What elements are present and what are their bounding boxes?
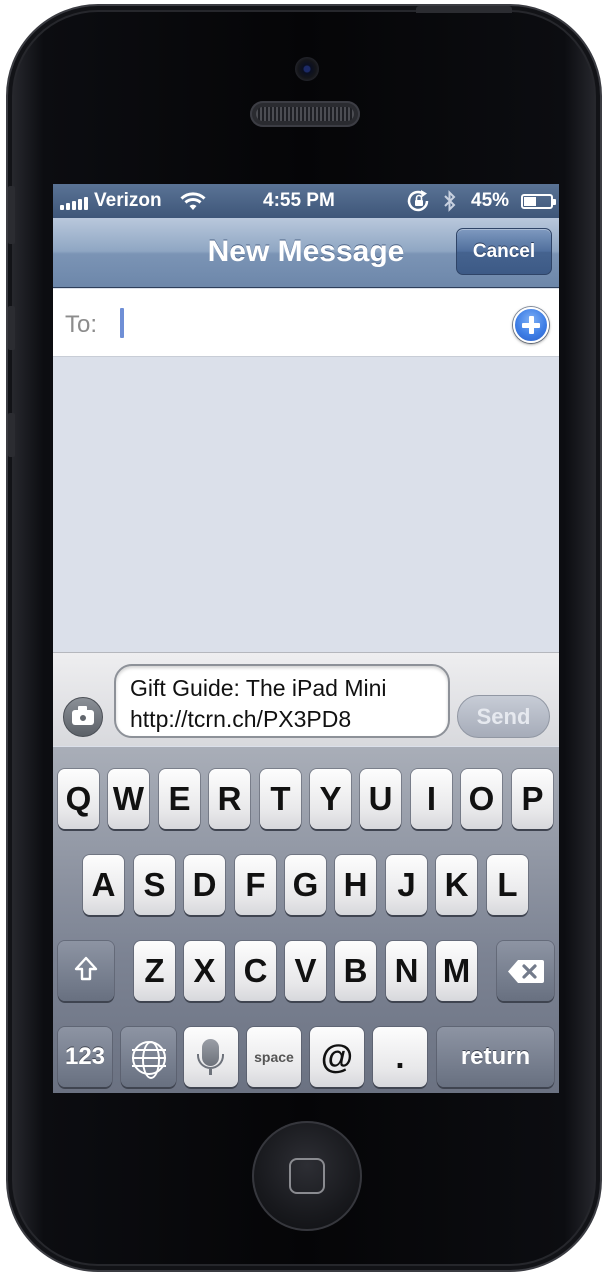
- navigation-bar: New Message Cancel: [53, 218, 559, 288]
- sleep-button[interactable]: [416, 6, 512, 13]
- key-q[interactable]: Q: [58, 769, 99, 829]
- key-g[interactable]: G: [285, 855, 326, 915]
- globe-key[interactable]: [121, 1027, 176, 1087]
- battery-icon: [521, 194, 556, 209]
- space-key[interactable]: space: [247, 1027, 301, 1087]
- status-bar: Verizon 4:55 PM 45%: [53, 184, 559, 218]
- status-time: 4:55 PM: [263, 190, 335, 211]
- compose-bar: Gift Guide: The iPad Mini http://tcrn.ch…: [53, 652, 559, 746]
- key-o[interactable]: O: [461, 769, 502, 829]
- plus-circle-icon[interactable]: [513, 307, 549, 343]
- shift-key[interactable]: [58, 941, 114, 1001]
- shift-icon: [74, 956, 98, 981]
- key-n[interactable]: N: [386, 941, 427, 1001]
- volume-up-button[interactable]: [8, 306, 15, 350]
- key-k[interactable]: K: [436, 855, 477, 915]
- volume-down-button[interactable]: [8, 413, 15, 457]
- key-e[interactable]: E: [159, 769, 200, 829]
- mute-switch[interactable]: [8, 186, 15, 244]
- dictation-key[interactable]: [184, 1027, 238, 1087]
- key-w[interactable]: W: [108, 769, 149, 829]
- bluetooth-icon: [444, 190, 456, 212]
- battery-percent: 45%: [471, 190, 510, 211]
- camera-button[interactable]: [63, 697, 103, 737]
- key-c[interactable]: C: [235, 941, 276, 1001]
- globe-icon: [132, 1041, 166, 1079]
- key-l[interactable]: L: [487, 855, 528, 915]
- earpiece-speaker: [250, 101, 360, 127]
- key-h[interactable]: H: [335, 855, 376, 915]
- key-f[interactable]: F: [235, 855, 276, 915]
- cancel-button[interactable]: Cancel: [456, 228, 552, 275]
- rotation-lock-icon: [407, 190, 429, 212]
- camera-icon: [72, 706, 94, 725]
- conversation-area: [53, 358, 559, 652]
- signal-bars-icon: [60, 196, 88, 210]
- carrier-name: Verizon: [94, 190, 162, 211]
- key-p[interactable]: P: [512, 769, 553, 829]
- send-button[interactable]: Send: [457, 695, 550, 738]
- battery-level: [524, 197, 536, 206]
- text-cursor: [120, 308, 124, 338]
- key-y[interactable]: Y: [310, 769, 351, 829]
- key-t[interactable]: T: [260, 769, 301, 829]
- wifi-icon: [180, 192, 206, 210]
- key-s[interactable]: S: [134, 855, 175, 915]
- home-square-icon: [289, 1158, 325, 1194]
- at-key[interactable]: @: [310, 1027, 364, 1087]
- key-d[interactable]: D: [184, 855, 225, 915]
- backspace-key[interactable]: [497, 941, 554, 1001]
- to-label: To:: [65, 311, 98, 338]
- key-i[interactable]: I: [411, 769, 452, 829]
- key-z[interactable]: Z: [134, 941, 175, 1001]
- key-v[interactable]: V: [285, 941, 326, 1001]
- key-x[interactable]: X: [184, 941, 225, 1001]
- key-b[interactable]: B: [335, 941, 376, 1001]
- key-m[interactable]: M: [436, 941, 477, 1001]
- key-u[interactable]: U: [360, 769, 401, 829]
- keyboard: Q W E R T Y U I O P A S D F G H J K L Z …: [53, 747, 559, 1093]
- period-key[interactable]: .: [373, 1027, 427, 1087]
- key-a[interactable]: A: [83, 855, 124, 915]
- front-camera-icon: [295, 57, 319, 81]
- screen: Verizon 4:55 PM 45% New Message Cancel T…: [53, 184, 559, 1093]
- key-r[interactable]: R: [209, 769, 250, 829]
- recipient-field[interactable]: To:: [53, 289, 559, 357]
- return-key[interactable]: return: [437, 1027, 554, 1087]
- message-input[interactable]: Gift Guide: The iPad Mini http://tcrn.ch…: [114, 664, 450, 738]
- numbers-key[interactable]: 123: [58, 1027, 112, 1087]
- home-button[interactable]: [252, 1121, 362, 1231]
- backspace-icon: [508, 960, 544, 983]
- key-j[interactable]: J: [386, 855, 427, 915]
